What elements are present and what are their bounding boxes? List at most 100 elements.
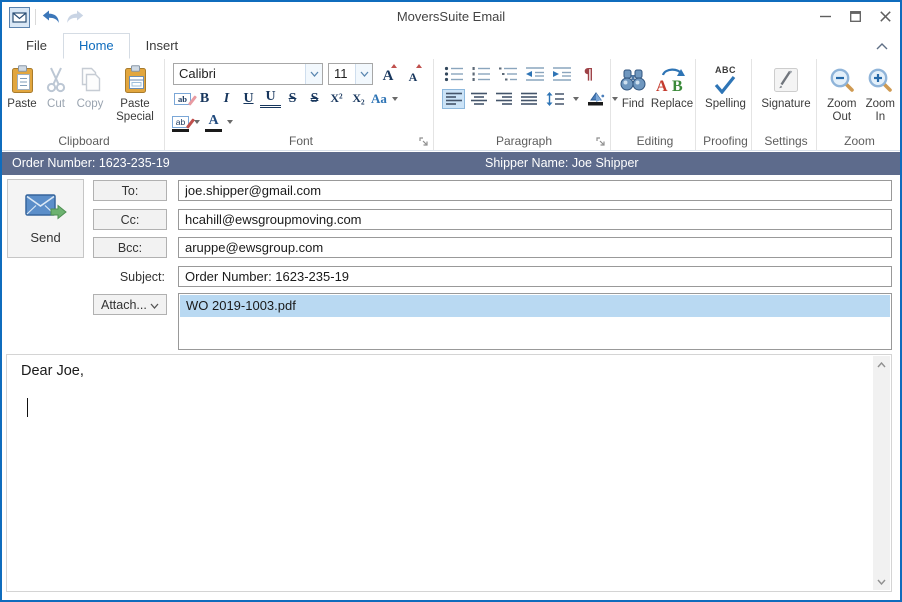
close-icon[interactable] bbox=[870, 2, 900, 30]
paste-special-label: Paste Special bbox=[109, 98, 161, 124]
zoom-in-label: Zoom In bbox=[866, 98, 895, 124]
scroll-down-icon[interactable] bbox=[873, 573, 890, 590]
font-color-bar bbox=[205, 129, 222, 132]
minimize-icon[interactable] bbox=[810, 2, 840, 30]
bcc-button[interactable]: Bcc: bbox=[93, 237, 167, 258]
body-scrollbar[interactable] bbox=[873, 356, 890, 590]
signature-button[interactable]: Signature bbox=[759, 61, 812, 111]
underline-button[interactable]: U bbox=[238, 88, 259, 109]
ribbon: Paste Cut bbox=[2, 59, 900, 151]
align-left-button[interactable] bbox=[442, 89, 465, 109]
find-binoculars-icon bbox=[618, 64, 648, 96]
superscript-button[interactable]: X² bbox=[326, 88, 347, 109]
indent-icon bbox=[552, 66, 572, 82]
multilevel-list-icon bbox=[498, 66, 518, 82]
send-label: Send bbox=[30, 230, 60, 245]
chevron-down-icon[interactable] bbox=[573, 97, 579, 101]
chevron-down-icon[interactable] bbox=[305, 64, 322, 84]
spelling-button[interactable]: ABC Spelling bbox=[703, 61, 748, 111]
clear-formatting-button[interactable]: ab bbox=[172, 88, 193, 109]
group-proofing: ABC Spelling Proofing bbox=[700, 59, 752, 150]
collapse-ribbon-icon[interactable] bbox=[874, 39, 890, 53]
highlight-button[interactable]: ab bbox=[172, 112, 189, 132]
subject-input[interactable] bbox=[178, 266, 892, 287]
cut-button[interactable]: Cut bbox=[39, 61, 73, 111]
copy-button[interactable]: Copy bbox=[73, 61, 107, 111]
double-underline-button[interactable]: U bbox=[260, 89, 281, 108]
multilevel-list-button[interactable] bbox=[496, 64, 519, 84]
find-label: Find bbox=[622, 98, 644, 111]
to-input[interactable] bbox=[178, 180, 892, 201]
change-case-button[interactable]: Aa bbox=[370, 88, 388, 109]
group-label-font: Font bbox=[169, 134, 433, 148]
bcc-input[interactable] bbox=[178, 237, 892, 258]
copy-label: Copy bbox=[77, 98, 104, 111]
align-right-button[interactable] bbox=[492, 89, 515, 109]
justify-icon bbox=[521, 92, 537, 106]
font-color-button[interactable]: A bbox=[205, 112, 222, 132]
cc-input[interactable] bbox=[178, 209, 892, 230]
replace-label: Replace bbox=[651, 98, 693, 111]
grow-font-icon bbox=[391, 64, 397, 68]
replace-button[interactable]: A B Replace bbox=[650, 61, 694, 111]
chevron-down-icon[interactable] bbox=[227, 120, 233, 124]
tab-home[interactable]: Home bbox=[63, 33, 130, 59]
attachment-item-selected[interactable]: WO 2019-1003.pdf bbox=[180, 295, 890, 317]
message-body-editor[interactable]: Dear Joe, bbox=[6, 354, 892, 592]
subscript-button[interactable]: X₂ bbox=[348, 88, 369, 109]
show-formatting-button[interactable]: ¶ bbox=[577, 64, 600, 84]
paste-special-icon bbox=[122, 64, 149, 96]
maximize-icon[interactable] bbox=[840, 2, 870, 30]
align-center-button[interactable] bbox=[467, 89, 490, 109]
zoom-in-button[interactable]: Zoom In bbox=[864, 61, 897, 124]
grow-font-button[interactable]: A bbox=[378, 63, 398, 85]
attachment-list[interactable]: WO 2019-1003.pdf bbox=[178, 293, 892, 350]
shading-button[interactable] bbox=[584, 89, 607, 109]
paste-special-button[interactable]: Paste Special bbox=[107, 61, 163, 124]
cc-button[interactable]: Cc: bbox=[93, 209, 167, 230]
attach-button[interactable]: Attach... bbox=[93, 294, 167, 315]
highlight-color-bar bbox=[172, 129, 189, 132]
numbering-button[interactable] bbox=[469, 64, 492, 84]
chevron-down-icon[interactable] bbox=[355, 64, 372, 84]
bold-button[interactable]: B bbox=[194, 88, 215, 109]
paste-button[interactable]: Paste bbox=[5, 61, 39, 111]
attach-chevron-icon bbox=[150, 298, 159, 312]
tab-file[interactable]: File bbox=[10, 33, 63, 59]
group-label-clipboard: Clipboard bbox=[4, 134, 164, 148]
zoom-out-button[interactable]: Zoom Out bbox=[822, 61, 862, 124]
to-button[interactable]: To: bbox=[93, 180, 167, 201]
chevron-down-icon[interactable] bbox=[392, 97, 398, 101]
order-number-text: Order Number: 1623-235-19 bbox=[12, 152, 170, 175]
align-right-icon bbox=[496, 92, 512, 106]
shrink-font-button[interactable]: A bbox=[403, 63, 423, 85]
shrink-font-icon bbox=[416, 64, 422, 68]
line-spacing-button[interactable] bbox=[542, 89, 568, 109]
italic-button[interactable]: I bbox=[216, 88, 237, 109]
scroll-up-icon[interactable] bbox=[873, 356, 890, 373]
double-strikethrough-button[interactable]: S bbox=[304, 88, 325, 109]
dialog-launcher-icon[interactable] bbox=[596, 135, 607, 146]
bullets-button[interactable] bbox=[442, 64, 465, 84]
font-name-combobox[interactable]: Calibri bbox=[173, 63, 323, 85]
group-editing: Find A B Replace Editing bbox=[615, 59, 696, 150]
align-center-icon bbox=[471, 92, 487, 106]
spelling-label: Spelling bbox=[705, 98, 746, 111]
tab-insert[interactable]: Insert bbox=[130, 33, 195, 59]
dialog-launcher-icon[interactable] bbox=[419, 135, 430, 146]
strikethrough-button[interactable]: S bbox=[282, 88, 303, 109]
font-color-icon: A bbox=[208, 114, 218, 128]
decrease-indent-button[interactable] bbox=[523, 64, 546, 84]
chevron-down-icon[interactable] bbox=[194, 120, 200, 124]
group-paragraph: ¶ bbox=[438, 59, 611, 150]
group-font: Calibri 11 A A bbox=[169, 59, 434, 150]
increase-indent-button[interactable] bbox=[550, 64, 573, 84]
justify-button[interactable] bbox=[517, 89, 540, 109]
send-button[interactable]: Send bbox=[7, 179, 84, 258]
zoom-out-icon bbox=[829, 64, 855, 96]
cut-label: Cut bbox=[47, 98, 65, 111]
replace-a-glyph: A bbox=[656, 78, 668, 94]
font-size-combobox[interactable]: 11 bbox=[328, 63, 373, 85]
find-button[interactable]: Find bbox=[616, 61, 650, 111]
signature-label: Signature bbox=[761, 98, 810, 111]
